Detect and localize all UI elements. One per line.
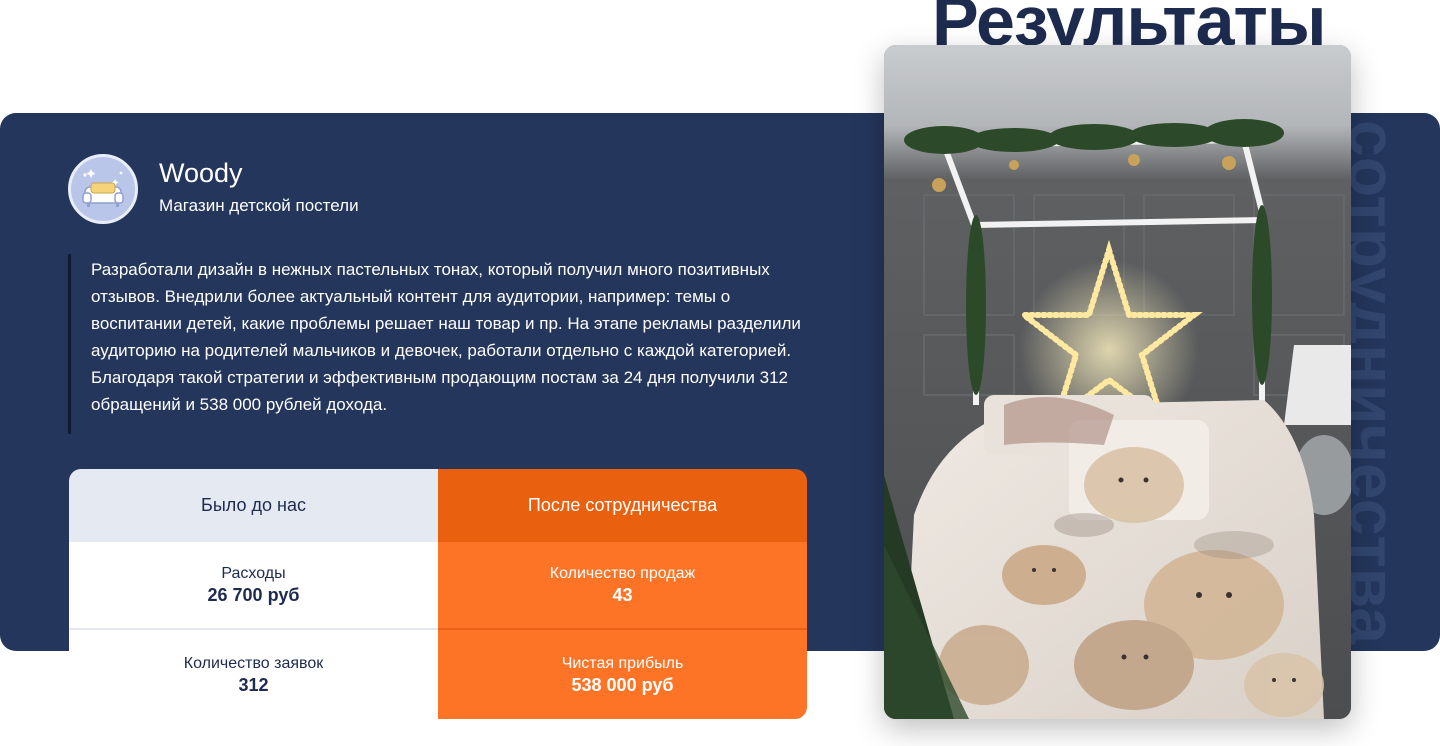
brand-name: Woody (159, 158, 243, 188)
stat-leads-count: Количество заявок 312 (69, 630, 438, 719)
stat-label: Количество заявок (183, 654, 324, 672)
stats-table: Было до нас После сотрудничества Расходы… (69, 469, 807, 719)
stat-sales-count: Количество продаж 43 (438, 542, 807, 630)
product-photo (884, 45, 1351, 719)
stat-value: 312 (238, 674, 269, 695)
stat-label: Чистая прибыль (561, 654, 684, 672)
stat-net-profit: Чистая прибыль 538 000 руб (438, 630, 807, 719)
stat-expenses: Расходы 26 700 руб (69, 542, 438, 630)
after-header: После сотрудничества (438, 469, 807, 542)
before-header: Было до нас (69, 469, 438, 542)
case-description: Разработали дизайн в нежных пастельных т… (91, 260, 801, 414)
stat-value: 43 (612, 585, 633, 605)
brand-avatar (68, 154, 138, 224)
stat-label: Количество продаж (549, 565, 696, 582)
quote-divider (68, 254, 71, 434)
stat-value: 538 000 руб (571, 674, 674, 695)
sofa-icon (71, 157, 135, 221)
stat-label: Расходы (221, 565, 286, 582)
brand-subtitle: Магазин детской постели (159, 196, 359, 215)
stat-value: 26 700 руб (207, 585, 300, 605)
